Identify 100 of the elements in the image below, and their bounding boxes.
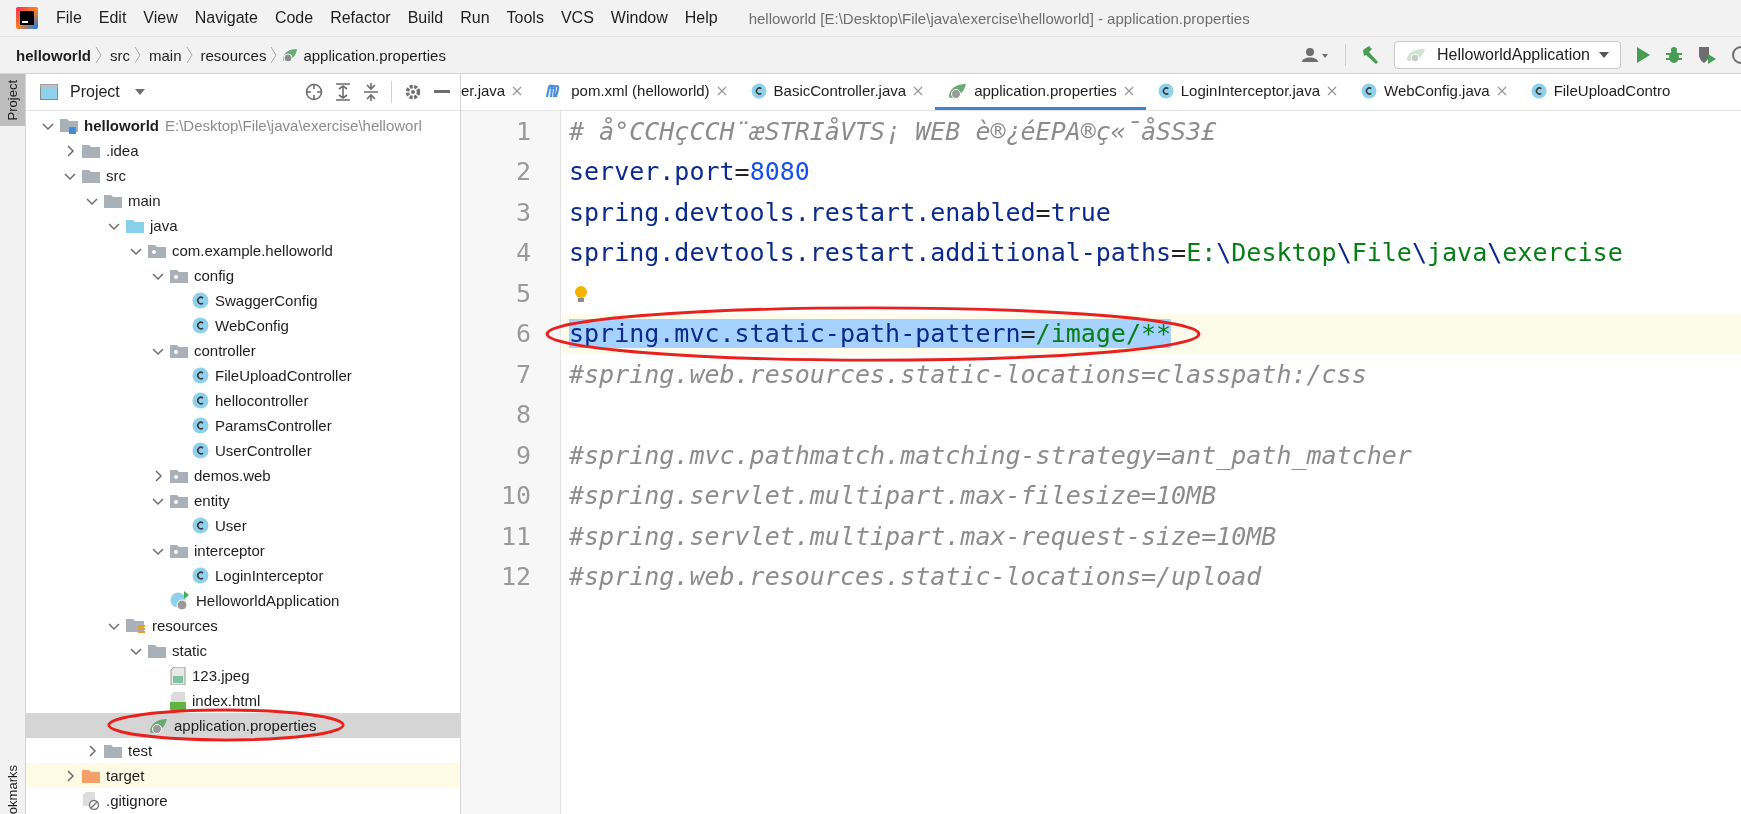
menu-item[interactable]: Tools	[506, 9, 544, 27]
tree-item-label: hellocontroller	[215, 392, 309, 409]
tree-item[interactable]: test	[26, 738, 460, 763]
editor-tab[interactable]: pom.xml (helloworld)	[534, 74, 739, 110]
close-icon[interactable]	[716, 85, 727, 96]
tree-item[interactable]: User	[26, 513, 460, 538]
tree-item[interactable]: .idea	[26, 138, 460, 163]
tree-item[interactable]: java	[26, 213, 460, 238]
line-number: 9	[514, 440, 531, 470]
menu-item[interactable]: View	[143, 9, 178, 27]
tree-item-label: .idea	[106, 142, 139, 159]
close-icon[interactable]	[512, 85, 523, 96]
tree-item[interactable]: 123.jpeg	[26, 663, 460, 688]
tree-item[interactable]: target	[26, 763, 460, 788]
tree-item[interactable]: main	[26, 188, 460, 213]
tree-item[interactable]: hellocontroller	[26, 388, 460, 413]
tool-window-tab[interactable]: okmarks	[0, 758, 25, 814]
tool-window-tab[interactable]: Project	[0, 74, 25, 127]
lightbulb-icon[interactable]	[574, 285, 588, 303]
locate-icon[interactable]	[305, 83, 323, 101]
collapse-all-icon[interactable]	[363, 83, 379, 101]
tree-item[interactable]: UserController	[26, 438, 460, 463]
run-config-dropdown[interactable]: HelloworldApplication	[1394, 41, 1621, 69]
tree-item[interactable]: src	[26, 163, 460, 188]
tree-item[interactable]: WebConfig	[26, 313, 460, 338]
editor-tab[interactable]: LoginInterceptor.java	[1145, 74, 1349, 110]
line-number: 3	[514, 197, 531, 227]
tree-item-label: FileUploadController	[215, 367, 352, 384]
tree-item[interactable]: config	[26, 263, 460, 288]
breadcrumb-item[interactable]: src	[110, 46, 130, 64]
tree-item[interactable]: controller	[26, 338, 460, 363]
close-icon[interactable]	[913, 85, 924, 96]
settings-icon[interactable]	[404, 83, 422, 101]
code-line: spring.devtools.restart.additional-paths=E:\Desktop\File\java\exercise	[569, 238, 1623, 268]
close-icon[interactable]	[1123, 85, 1134, 96]
line-number: 6	[514, 319, 531, 349]
tree-item[interactable]: demos.web	[26, 463, 460, 488]
menu-item[interactable]: Build	[407, 9, 444, 27]
menu-item[interactable]: Navigate	[194, 9, 258, 27]
line-number: 4	[514, 238, 531, 268]
project-view-dropdown[interactable]: Project	[70, 83, 146, 101]
debug-icon[interactable]	[1665, 46, 1683, 64]
chevron-icon	[95, 46, 102, 64]
code-line: #spring.web.resources.static-locations=classpath:/css	[569, 359, 1367, 389]
folder-icon	[82, 768, 100, 783]
code-line: # å°CCHçCCH¨æSTRIåVTS¡ WEB è®¿éEPA®ç«¯åSS3£	[569, 116, 1217, 146]
tree-item[interactable]: interceptor	[26, 538, 460, 563]
package-icon	[148, 243, 166, 258]
menu-item[interactable]: Edit	[98, 9, 127, 27]
folder-icon	[126, 218, 144, 233]
tree-item[interactable]: ParamsController	[26, 413, 460, 438]
run-icon[interactable]	[1635, 46, 1651, 64]
menu-item[interactable]: Help	[684, 9, 718, 27]
menu-item[interactable]: Refactor	[330, 9, 391, 27]
breadcrumb-item[interactable]: main	[149, 46, 182, 64]
breadcrumb-item[interactable]: resources	[200, 46, 267, 64]
module-folder-icon	[60, 117, 78, 134]
menu-item[interactable]: VCS	[560, 9, 594, 27]
close-icon[interactable]	[1496, 85, 1507, 96]
expand-all-icon[interactable]	[335, 83, 351, 101]
tree-item-label: 123.jpeg	[192, 667, 250, 684]
editor-tab[interactable]: WebConfig.java	[1349, 74, 1519, 110]
tree-item[interactable]: .gitignore	[26, 788, 460, 813]
profiler-icon[interactable]	[1731, 45, 1741, 65]
tree-item-label: application.properties	[174, 717, 317, 734]
editor-tab[interactable]: BasicController.java	[738, 74, 936, 110]
hide-icon[interactable]	[434, 90, 450, 94]
line-number: 5	[514, 278, 531, 308]
editor-tab[interactable]: er.java	[461, 74, 535, 110]
code-line: server.port=8080	[569, 157, 810, 187]
tree-item[interactable]: SwaggerConfig	[26, 288, 460, 313]
menu-item[interactable]: Code	[274, 9, 314, 27]
breadcrumb-item[interactable]: helloworld	[16, 46, 91, 64]
tree-item[interactable]: com.example.helloworld	[26, 238, 460, 263]
class-icon	[192, 392, 209, 409]
tree-item[interactable]: entity	[26, 488, 460, 513]
coverage-icon[interactable]	[1697, 45, 1717, 65]
folder-icon	[104, 193, 122, 208]
tree-item-label: resources	[152, 617, 218, 634]
tree-item[interactable]: LoginInterceptor	[26, 563, 460, 588]
tree-item[interactable]: HelloworldApplication	[26, 588, 460, 613]
hammer-icon[interactable]	[1360, 45, 1381, 65]
tree-item[interactable]: static	[26, 638, 460, 663]
menu-item[interactable]: File	[56, 9, 82, 27]
tree-item[interactable]: resources	[26, 613, 460, 638]
folder-icon	[82, 168, 100, 183]
chevron-icon	[185, 46, 193, 64]
editor-tab[interactable]: FileUploadContro	[1518, 74, 1683, 110]
menu-item[interactable]: Run	[460, 9, 490, 27]
class-icon	[192, 292, 209, 309]
breadcrumb-item[interactable]: application.properties	[303, 46, 446, 64]
tree-item-label: entity	[194, 492, 230, 509]
tree-item[interactable]: index.html	[26, 688, 460, 713]
close-icon[interactable]	[1327, 85, 1337, 96]
tree-item[interactable]: helloworld E:\Desktop\File\java\exercise\helloworl	[26, 113, 460, 138]
tree-item[interactable]: FileUploadController	[26, 363, 460, 388]
spring-leaf-icon	[148, 716, 168, 735]
code-line: #spring.servlet.multipart.max-request-size=10MB	[569, 521, 1277, 551]
class-icon	[1361, 82, 1377, 99]
menu-item[interactable]: Window	[610, 9, 668, 27]
